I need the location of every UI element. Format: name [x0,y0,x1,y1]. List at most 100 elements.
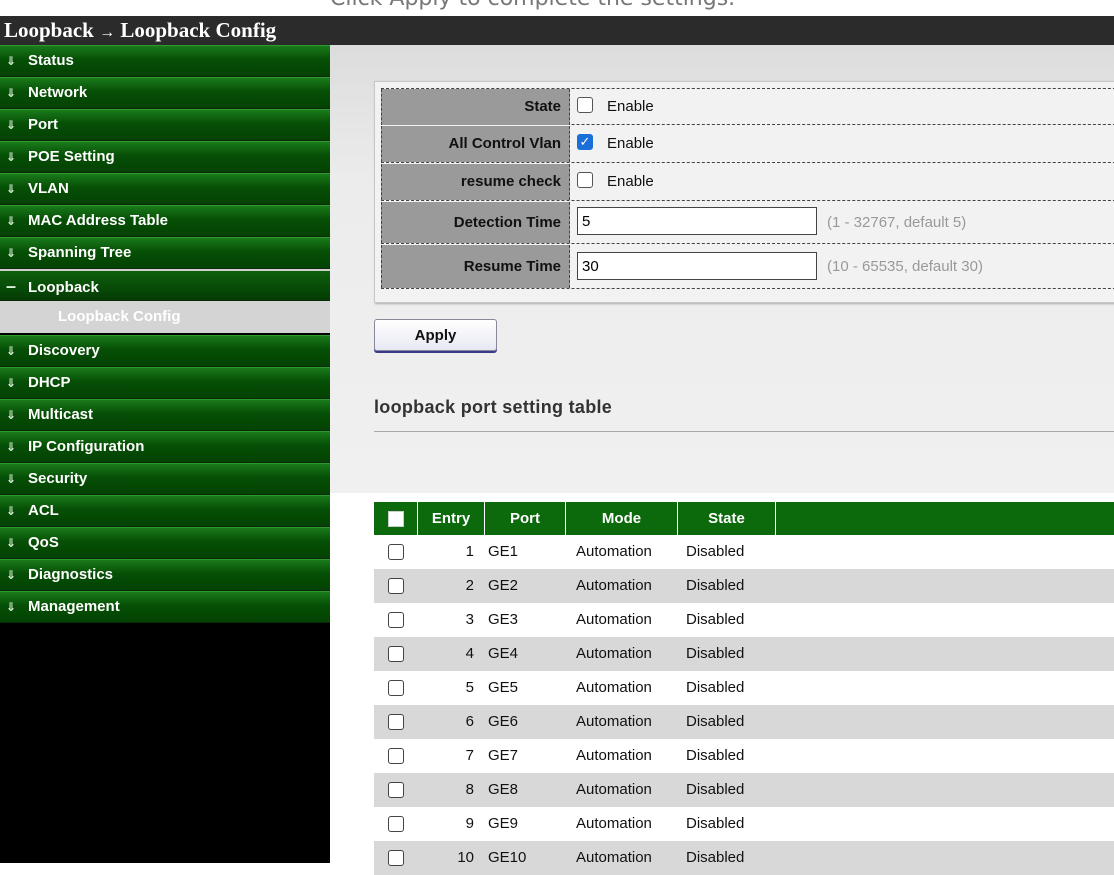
cell-port: GE5 [488,679,519,696]
table-row[interactable]: 9 GE9 Automation Disabled [374,807,1114,841]
cell-mode: Automation [576,815,652,832]
sidebar-item-vlan[interactable]: ⇓ VLAN [0,173,330,205]
state-enable-checkbox[interactable] [577,97,593,114]
all-control-vlan-enable-checkbox[interactable]: ✓ [577,134,593,151]
table-row[interactable]: 10 GE10 Automation Disabled [374,841,1114,875]
sidebar-item-security[interactable]: ⇓ Security [0,463,330,495]
resume-check-row: resume check Enable [381,164,1114,201]
resume-time-hint: (10 - 65535, default 30) [827,258,983,275]
double-chevron-down-icon: ⇓ [6,150,17,164]
row-checkbox[interactable] [388,714,404,730]
cell-port: GE6 [488,713,519,730]
double-chevron-down-icon: ⇓ [6,118,17,132]
detection-time-label: Detection Time [381,202,570,243]
table-row[interactable]: 7 GE7 Automation Disabled [374,739,1114,773]
cell-state: Disabled [686,747,745,764]
state-row: State Enable [381,88,1114,125]
section-divider [374,431,1114,432]
table-row[interactable]: 2 GE2 Automation Disabled [374,569,1114,603]
table-row[interactable]: 5 GE5 Automation Disabled [374,671,1114,705]
all-control-vlan-label: All Control Vlan [381,126,570,162]
resume-time-value: (10 - 65535, default 30) [565,245,1114,288]
sidebar-item-dhcp[interactable]: ⇓ DHCP [0,367,330,399]
sidebar: ⇓ Status ⇓ Network ⇓ Port ⇓ POE Setting ⇓ VLA… [0,45,330,863]
sidebar-item-management[interactable]: ⇓ Management [0,591,330,623]
table-row[interactable]: 8 GE8 Automation Disabled [374,773,1114,807]
double-chevron-down-icon: ⇓ [6,246,17,260]
table-row[interactable]: 6 GE6 Automation Disabled [374,705,1114,739]
double-chevron-down-icon: ⇓ [6,86,17,100]
sidebar-item-port[interactable]: ⇓ Port [0,109,330,141]
header-select-all [374,502,418,535]
detection-time-row: Detection Time (1 - 32767, default 5) [381,202,1114,244]
table-row[interactable]: 1 GE1 Automation Disabled [374,535,1114,569]
table-row[interactable]: 3 GE3 Automation Disabled [374,603,1114,637]
sidebar-item-status[interactable]: ⇓ Status [0,45,330,77]
cell-entry: 2 [465,577,474,594]
cell-entry: 6 [465,713,474,730]
cell-mode: Automation [576,781,652,798]
resume-check-label: resume check [381,164,570,200]
cell-state: Disabled [686,543,745,560]
sidebar-item-multicast[interactable]: ⇓ Multicast [0,399,330,431]
double-chevron-down-icon: ⇓ [6,54,17,68]
double-chevron-down-icon: ⇓ [6,344,17,358]
cell-entry: 10 [457,849,474,866]
row-checkbox[interactable] [388,680,404,696]
sidebar-item-mac-address-table[interactable]: ⇓ MAC Address Table [0,205,330,237]
cell-entry: 4 [465,645,474,662]
sidebar-item-poe-setting[interactable]: ⇓ POE Setting [0,141,330,173]
cell-mode: Automation [576,611,652,628]
resume-check-enable-checkbox[interactable] [577,172,593,189]
sidebar-item-ip-configuration[interactable]: ⇓ IP Configuration [0,431,330,463]
resume-time-row: Resume Time (10 - 65535, default 30) [381,245,1114,289]
table-row[interactable]: 4 GE4 Automation Disabled [374,637,1114,671]
row-checkbox[interactable] [388,782,404,798]
state-value: Enable [577,89,654,125]
double-chevron-down-icon: ⇓ [6,600,17,614]
sidebar-item-network[interactable]: ⇓ Network [0,77,330,109]
sidebar-item-discovery[interactable]: ⇓ Discovery [0,335,330,367]
sidebar-item-qos[interactable]: ⇓ QoS [0,527,330,559]
table-header: Entry Port Mode State [374,502,1114,535]
row-checkbox[interactable] [388,544,404,560]
cell-mode: Automation [576,543,652,560]
state-enable-label: Enable [607,98,654,115]
sidebar-item-spanning-tree[interactable]: ⇓ Spanning Tree [0,237,330,269]
cell-mode: Automation [576,713,652,730]
cell-state: Disabled [686,611,745,628]
state-label: State [381,89,570,125]
sidebar-item-acl[interactable]: ⇓ ACL [0,495,330,527]
breadcrumb-parent: Loopback [4,18,94,42]
all-control-vlan-value: ✓ Enable [577,126,654,162]
page-title: Loopback → Loopback Config [0,16,1114,45]
detection-time-hint: (1 - 32767, default 5) [827,214,967,231]
cell-state: Disabled [686,815,745,832]
cell-mode: Automation [576,747,652,764]
row-checkbox[interactable] [388,816,404,832]
row-checkbox[interactable] [388,748,404,764]
select-all-checkbox[interactable] [388,511,404,527]
cell-entry: 8 [465,781,474,798]
double-chevron-down-icon: ⇓ [6,472,17,486]
cell-port: GE4 [488,645,519,662]
cell-entry: 1 [465,543,474,560]
resume-check-enable-label: Enable [607,173,654,190]
row-checkbox[interactable] [388,646,404,662]
double-chevron-down-icon: ⇓ [6,536,17,550]
all-control-vlan-row: All Control Vlan ✓ Enable [381,126,1114,163]
cell-port: GE1 [488,543,519,560]
resume-time-label: Resume Time [381,245,570,288]
row-checkbox[interactable] [388,612,404,628]
cell-port: GE9 [488,815,519,832]
sidebar-subitem-loopback-config[interactable]: Loopback Config [0,301,330,333]
double-chevron-down-icon: ⇓ [6,376,17,390]
resume-time-input[interactable] [577,252,817,280]
apply-button[interactable]: Apply [374,319,497,351]
sidebar-item-loopback[interactable]: – Loopback [0,269,330,301]
double-chevron-down-icon: ⇓ [6,440,17,454]
sidebar-item-diagnostics[interactable]: ⇓ Diagnostics [0,559,330,591]
row-checkbox[interactable] [388,578,404,594]
detection-time-input[interactable] [577,207,817,235]
row-checkbox[interactable] [388,850,404,866]
